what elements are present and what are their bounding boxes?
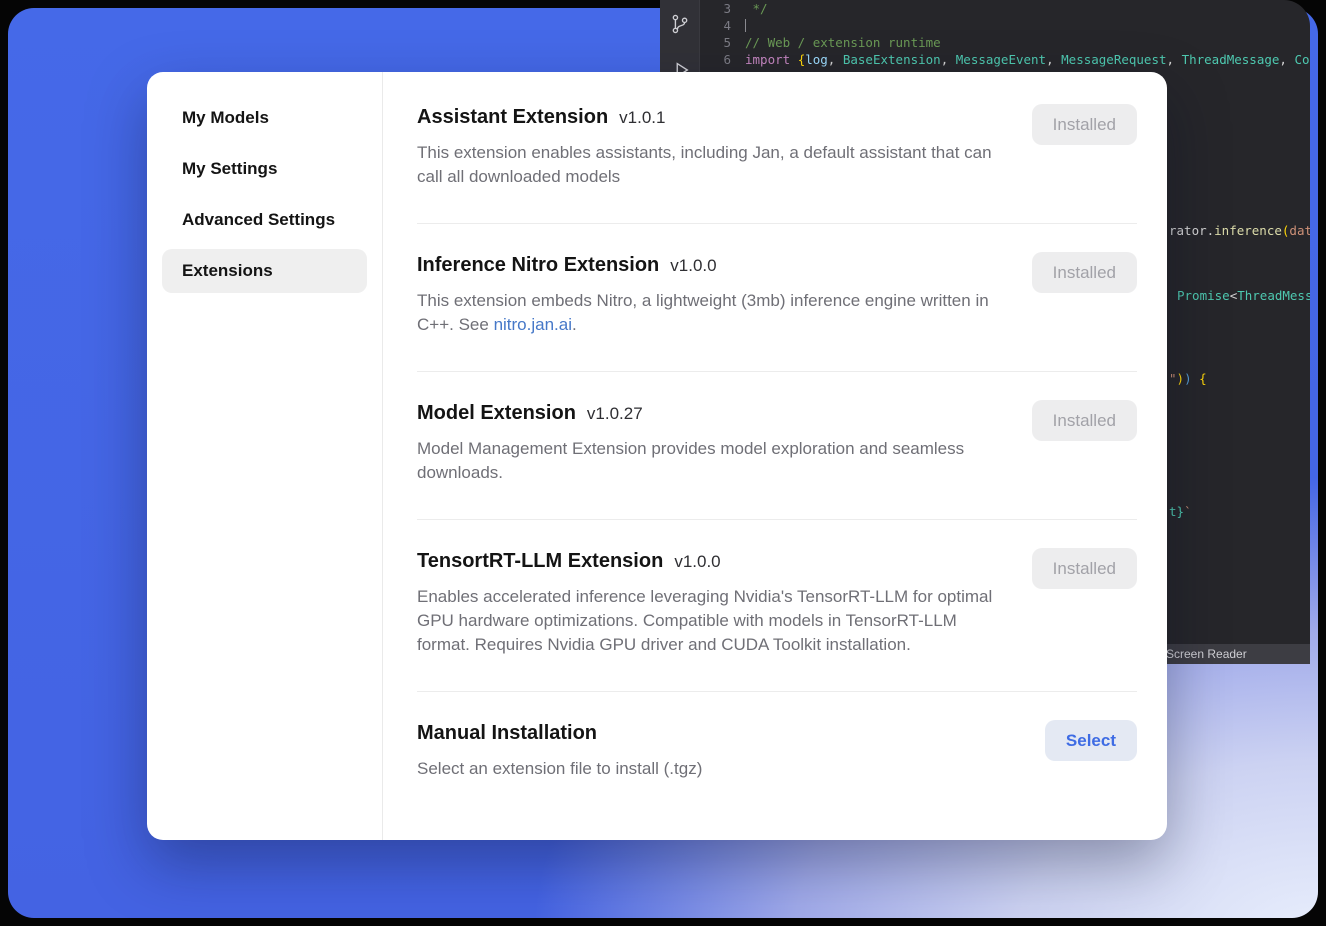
- extension-version: v1.0.1: [619, 108, 665, 128]
- text-cursor: [745, 19, 746, 32]
- code-token: Promise: [1177, 288, 1230, 303]
- extension-name: Manual Installation: [417, 720, 597, 747]
- sidebar-item-advanced-settings[interactable]: Advanced Settings: [162, 198, 367, 242]
- code-token: BaseExtension: [843, 52, 941, 67]
- extension-name: TensortRT-LLM Extension: [417, 548, 663, 575]
- code-fragment: Promise<ThreadMessage>: [1177, 288, 1310, 303]
- extension-row-model: Model Extension v1.0.27 Model Management…: [417, 371, 1137, 519]
- extension-row-assistant: Assistant Extension v1.0.1 This extensio…: [417, 72, 1137, 223]
- code-token: MessageEvent: [956, 52, 1046, 67]
- code-token: ,: [828, 52, 843, 67]
- extension-version: v1.0.27: [587, 404, 643, 424]
- code-token: ,: [1167, 52, 1182, 67]
- code-line: 4: [701, 17, 1310, 34]
- installed-button[interactable]: Installed: [1032, 104, 1137, 145]
- code-token: data: [1289, 223, 1310, 238]
- code-token: ThreadMessage: [1182, 52, 1280, 67]
- extension-version: v1.0.0: [670, 256, 716, 276]
- extensions-list: Assistant Extension v1.0.1 This extensio…: [383, 72, 1167, 840]
- code-fragment: t}`: [1169, 504, 1192, 519]
- code-line: 3 */: [701, 0, 1310, 17]
- code-token: {: [1192, 371, 1207, 386]
- code-line: 5// Web / extension runtime: [701, 34, 1310, 51]
- extension-row-manual-installation: Manual Installation Select an extension …: [417, 691, 1137, 815]
- code-token: rator.: [1169, 223, 1214, 238]
- sidebar-item-my-settings[interactable]: My Settings: [162, 147, 367, 191]
- settings-sidebar: My Models My Settings Advanced Settings …: [147, 72, 383, 840]
- extension-description: Select an extension file to install (.tg…: [417, 757, 1002, 781]
- status-item-screen-reader[interactable]: Screen Reader Optimized: [1160, 644, 1310, 664]
- extension-version: v1.0.0: [674, 552, 720, 572]
- extension-description: This extension embeds Nitro, a lightweig…: [417, 289, 1002, 337]
- code-token: ,: [1279, 52, 1294, 67]
- extension-name: Inference Nitro Extension: [417, 252, 659, 279]
- code-token: // Web / extension runtime: [745, 35, 941, 50]
- code-text: */: [745, 0, 768, 17]
- installed-button[interactable]: Installed: [1032, 252, 1137, 293]
- source-control-icon[interactable]: [669, 12, 691, 36]
- line-number: 5: [701, 34, 745, 51]
- code-token: */: [745, 1, 768, 16]
- line-number: 3: [701, 0, 745, 17]
- code-fragment: ")) {: [1169, 371, 1207, 386]
- code-token: t}: [1169, 504, 1184, 519]
- code-token: ThreadMessage: [1237, 288, 1310, 303]
- sidebar-item-extensions[interactable]: Extensions: [162, 249, 367, 293]
- code-text: // Web / extension runtime: [745, 34, 941, 51]
- extension-row-tensorrt-llm: TensortRT-LLM Extension v1.0.0 Enables a…: [417, 519, 1137, 691]
- select-file-button[interactable]: Select: [1045, 720, 1137, 761]
- code-token: inference: [1214, 223, 1282, 238]
- code-token: ": [1169, 371, 1177, 386]
- sidebar-item-my-models[interactable]: My Models: [162, 96, 367, 140]
- extension-row-inference-nitro: Inference Nitro Extension v1.0.0 This ex…: [417, 223, 1137, 371]
- code-token: ,: [1046, 52, 1061, 67]
- line-number: 6: [701, 51, 745, 68]
- extension-name: Model Extension: [417, 400, 576, 427]
- code-token: ContentType: [1294, 52, 1310, 67]
- code-token: import: [745, 52, 798, 67]
- settings-modal: My Models My Settings Advanced Settings …: [147, 72, 1167, 840]
- code-text: import {log, BaseExtension, MessageEvent…: [745, 51, 1310, 68]
- code-token: ,: [941, 52, 956, 67]
- app-window: 2 * The entrypoint for the plugin.3 */45…: [0, 0, 1326, 926]
- extension-description: Enables accelerated inference leveraging…: [417, 585, 1002, 657]
- installed-button[interactable]: Installed: [1032, 400, 1137, 441]
- line-number: 4: [701, 17, 745, 34]
- nitro-jan-ai-link[interactable]: nitro.jan.ai: [494, 315, 572, 334]
- extension-description: This extension enables assistants, inclu…: [417, 141, 1002, 189]
- extension-name: Assistant Extension: [417, 104, 608, 131]
- code-token: ): [1177, 371, 1185, 386]
- code-token: log: [805, 52, 828, 67]
- code-fragment: rator.inference(data));: [1169, 223, 1310, 238]
- code-lines: 2 * The entrypoint for the plugin.3 */45…: [701, 0, 1310, 68]
- code-text: [745, 17, 746, 34]
- extension-description: Model Management Extension provides mode…: [417, 437, 1002, 485]
- code-token: MessageRequest: [1061, 52, 1166, 67]
- code-token: `: [1184, 504, 1192, 519]
- code-line: 6import {log, BaseExtension, MessageEven…: [701, 51, 1310, 68]
- installed-button[interactable]: Installed: [1032, 548, 1137, 589]
- code-token: ): [1184, 371, 1192, 386]
